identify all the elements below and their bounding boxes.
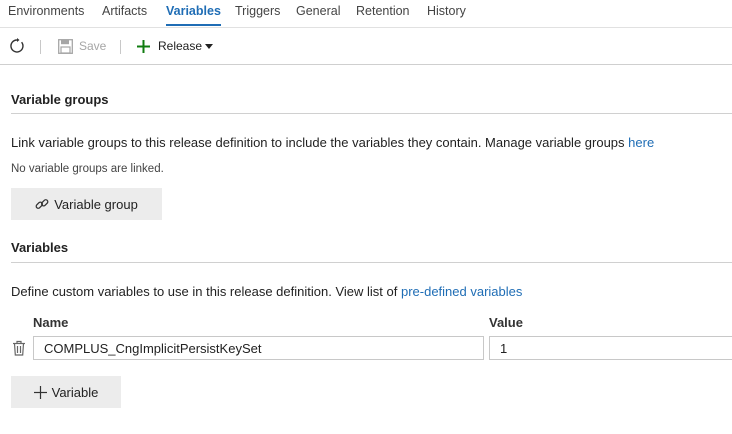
tab-retention[interactable]: Retention [356,4,410,18]
column-header-value: Value [489,315,523,330]
variables-description-text: Define custom variables to use in this r… [11,284,401,299]
plus-icon [137,39,150,53]
add-variable-group-button[interactable]: Variable group [11,188,162,220]
column-header-name: Name [33,315,69,330]
variables-description: Define custom variables to use in this r… [11,284,522,299]
section-divider [11,262,732,263]
tab-artifacts[interactable]: Artifacts [102,4,147,18]
save-label: Save [79,39,107,53]
toolbar: Save Release [0,28,732,65]
save-button[interactable]: Save [58,28,108,64]
release-label: Release [157,39,203,53]
toolbar-divider [40,40,41,54]
variable-groups-description-text: Link variable groups to this release def… [11,135,629,150]
trash-icon[interactable] [12,340,26,356]
predefined-variables-link[interactable]: pre-defined variables [401,284,522,299]
section-divider [11,113,732,114]
tab-environments[interactable]: Environments [8,4,84,18]
variables-title: Variables [11,240,69,255]
tab-triggers[interactable]: Triggers [235,4,280,18]
tab-variables[interactable]: Variables [166,4,221,26]
refresh-button[interactable] [9,28,27,64]
tab-history[interactable]: History [427,4,466,18]
no-variable-groups-note: No variable groups are linked. [11,163,164,175]
add-variable-label: Variable [51,384,99,400]
variable-name-input[interactable]: COMPLUS_CngImplicitPersistKeySet [33,336,484,360]
variable-groups-title: Variable groups [11,92,109,107]
variable-value-input[interactable]: 1 [489,336,732,360]
tab-general[interactable]: General [296,4,340,18]
link-icon [35,197,49,211]
refresh-icon [10,38,24,53]
plus-icon [33,385,47,399]
release-button[interactable]: Release [137,28,213,64]
toolbar-divider [120,40,121,54]
save-icon [58,38,73,54]
add-variable-group-label: Variable group [54,196,138,212]
caret-down-icon [205,43,213,49]
manage-variable-groups-link[interactable]: here [628,135,654,150]
variable-groups-description: Link variable groups to this release def… [11,135,654,150]
add-variable-button[interactable]: Variable [11,376,121,408]
tab-bar: Environments Artifacts Variables Trigger… [0,0,732,28]
